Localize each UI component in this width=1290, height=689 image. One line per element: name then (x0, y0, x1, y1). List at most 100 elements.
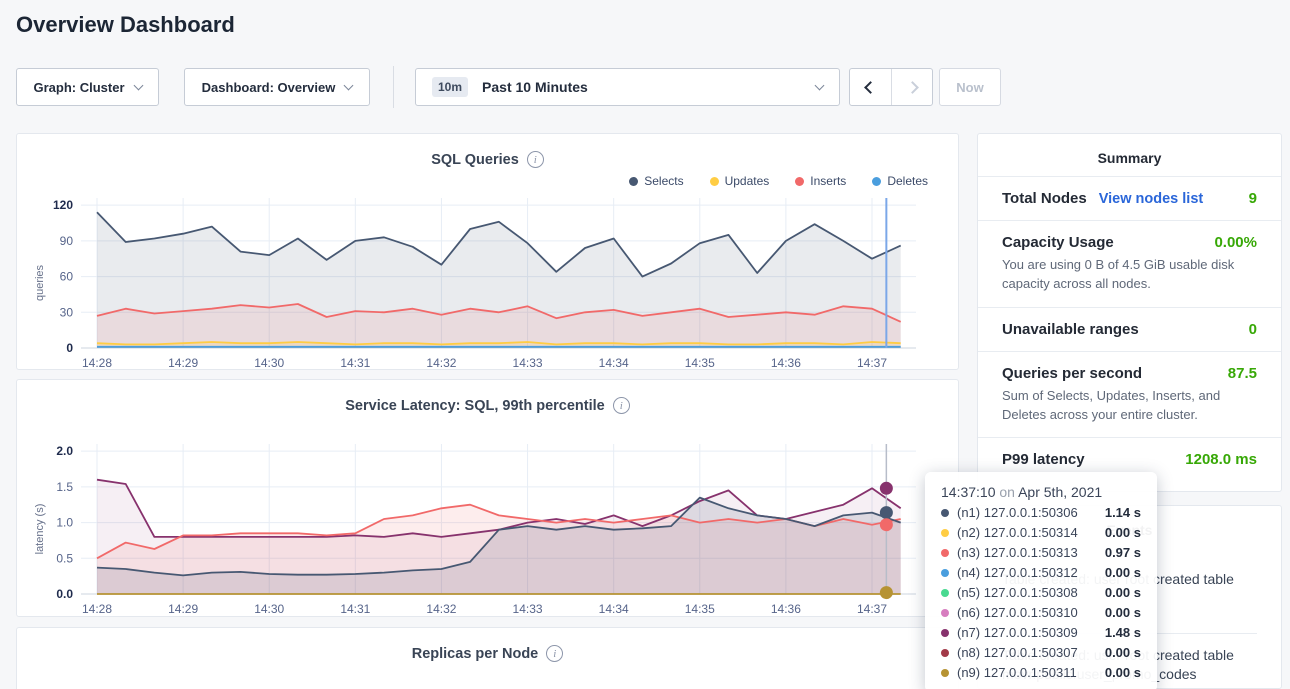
node-address: (n9) 127.0.0.1:50311 (957, 665, 1077, 680)
info-icon[interactable]: i (527, 151, 544, 168)
tooltip-node-row: (n8) 127.0.0.1:50307 0.00 s (941, 645, 1141, 660)
node-address: (n4) 127.0.0.1:50312 (957, 565, 1078, 580)
svg-text:14:34: 14:34 (599, 356, 629, 370)
summary-row: 0.00% Capacity Usage You are using 0 B of … (978, 220, 1281, 307)
chart-title-text: Replicas per Node (412, 646, 539, 662)
chart-title-text: Service Latency: SQL, 99th percentile (345, 398, 605, 414)
summary-label: P99 latency (1002, 451, 1085, 468)
legend-dot-icon (629, 177, 638, 186)
svg-text:14:31: 14:31 (340, 356, 370, 370)
svg-text:14:29: 14:29 (168, 356, 198, 370)
now-button[interactable]: Now (939, 68, 1001, 106)
svg-text:0.5: 0.5 (56, 551, 73, 565)
svg-text:60: 60 (60, 270, 74, 284)
node-latency-value: 1.14 s (1105, 505, 1141, 520)
svg-text:14:28: 14:28 (82, 602, 112, 616)
svg-text:90: 90 (60, 234, 74, 248)
svg-text:14:37: 14:37 (857, 602, 887, 616)
tooltip-node-row: (n2) 127.0.0.1:50314 0.00 s (941, 525, 1141, 540)
chart-tooltip: 14:37:10 on Apr 5th, 2021 (n1) 127.0.0.1… (925, 472, 1157, 689)
node-latency-value: 0.00 s (1105, 565, 1141, 580)
info-icon[interactable]: i (546, 645, 563, 662)
svg-text:14:36: 14:36 (771, 356, 801, 370)
series-color-dot (941, 669, 949, 677)
svg-text:14:32: 14:32 (426, 356, 456, 370)
next-time-button[interactable] (891, 69, 932, 105)
svg-text:14:31: 14:31 (340, 602, 370, 616)
chart-canvas[interactable]: 0.00.51.01.52.014:2814:2914:3014:3114:32… (17, 438, 958, 620)
summary-row: 87.5Queries per secondSum of Selects, Up… (978, 351, 1281, 438)
chart-legend: SelectsUpdatesInsertsDeletes (17, 170, 958, 192)
svg-text:14:33: 14:33 (513, 602, 543, 616)
svg-text:14:28: 14:28 (82, 356, 112, 370)
svg-text:queries: queries (34, 264, 46, 301)
summary-row: 9Total NodesView nodes list (978, 176, 1281, 220)
time-step-buttons (849, 68, 933, 106)
svg-text:14:37: 14:37 (857, 356, 887, 370)
svg-text:14:29: 14:29 (168, 602, 198, 616)
node-address: (n7) 127.0.0.1:50309 (957, 625, 1078, 640)
legend-item: Deletes (872, 174, 928, 188)
dashboard-dropdown[interactable]: Dashboard: Overview (184, 68, 370, 106)
graph-dropdown[interactable]: Graph: Cluster (16, 68, 159, 106)
summary-description: You are using 0 B of 4.5 GiB usable disk… (1002, 256, 1257, 294)
replicas-chart-card: Replicas per Node i (16, 627, 959, 689)
series-color-dot (941, 509, 949, 517)
summary-description: Sum of Selects, Updates, Inserts, and De… (1002, 387, 1257, 425)
summary-value: 0.00% (1214, 234, 1257, 251)
node-address: (n8) 127.0.0.1:50307 (957, 645, 1078, 660)
node-latency-value: 1.48 s (1105, 625, 1141, 640)
svg-text:1.0: 1.0 (56, 516, 73, 530)
chevron-left-icon (864, 81, 877, 94)
info-icon[interactable]: i (613, 397, 630, 414)
time-range-label: Past 10 Minutes (482, 79, 588, 95)
service-latency-chart-card: Service Latency: SQL, 99th percentile i … (16, 379, 959, 617)
series-color-dot (941, 529, 949, 537)
node-latency-value: 0.97 s (1105, 545, 1141, 560)
svg-text:30: 30 (60, 305, 74, 319)
summary-panel: Summary 9Total NodesView nodes list0.00%… (977, 133, 1282, 492)
svg-text:14:30: 14:30 (254, 356, 284, 370)
chart-canvas[interactable]: 030609012014:2814:2914:3014:3114:3214:33… (17, 192, 958, 374)
series-color-dot (941, 609, 949, 617)
svg-text:14:36: 14:36 (771, 602, 801, 616)
summary-heading: Summary (978, 134, 1281, 176)
summary-label: Capacity Usage (1002, 234, 1114, 251)
series-color-dot (941, 569, 949, 577)
dashboard-dropdown-label: Dashboard: Overview (202, 80, 336, 95)
node-address: (n2) 127.0.0.1:50314 (957, 525, 1078, 540)
prev-time-button[interactable] (850, 69, 891, 105)
sql-queries-chart-card: SQL Queries i SelectsUpdatesInsertsDelet… (16, 133, 959, 370)
summary-value: 87.5 (1228, 365, 1257, 382)
node-latency-value: 0.00 s (1105, 645, 1141, 660)
chart-title-text: SQL Queries (431, 152, 519, 168)
node-latency-value: 0.00 s (1105, 605, 1141, 620)
svg-text:0: 0 (66, 341, 73, 355)
chart-title: Replicas per Node i (17, 628, 958, 662)
series-color-dot (941, 589, 949, 597)
chevron-down-icon (133, 80, 143, 90)
chart-legend (17, 416, 958, 438)
series-color-dot (941, 549, 949, 557)
chevron-down-icon (344, 80, 354, 90)
view-nodes-list-link[interactable]: View nodes list (1099, 191, 1204, 207)
series-color-dot (941, 629, 949, 637)
legend-dot-icon (710, 177, 719, 186)
node-latency-value: 0.00 s (1105, 525, 1141, 540)
svg-text:14:34: 14:34 (599, 602, 629, 616)
chevron-down-icon (815, 80, 825, 90)
toolbar-divider (393, 66, 394, 108)
summary-value: 1208.0 ms (1185, 451, 1257, 468)
svg-text:14:35: 14:35 (685, 602, 715, 616)
svg-text:0.0: 0.0 (56, 587, 73, 601)
tooltip-node-row: (n5) 127.0.0.1:503080.00 s (941, 585, 1141, 600)
tooltip-timestamp: 14:37:10 on Apr 5th, 2021 (941, 484, 1141, 500)
time-range-picker[interactable]: 10m Past 10 Minutes (415, 68, 840, 106)
svg-text:1.5: 1.5 (56, 480, 73, 494)
node-latency-value: 0.00 s (1105, 585, 1141, 600)
node-address: (n3) 127.0.0.1:50313 (957, 545, 1078, 560)
chevron-right-icon (906, 81, 919, 94)
tooltip-node-row: (n7) 127.0.0.1:50309 1.48 s (941, 625, 1141, 640)
summary-label: Total Nodes (1002, 190, 1087, 207)
summary-label: Unavailable ranges (1002, 321, 1139, 338)
